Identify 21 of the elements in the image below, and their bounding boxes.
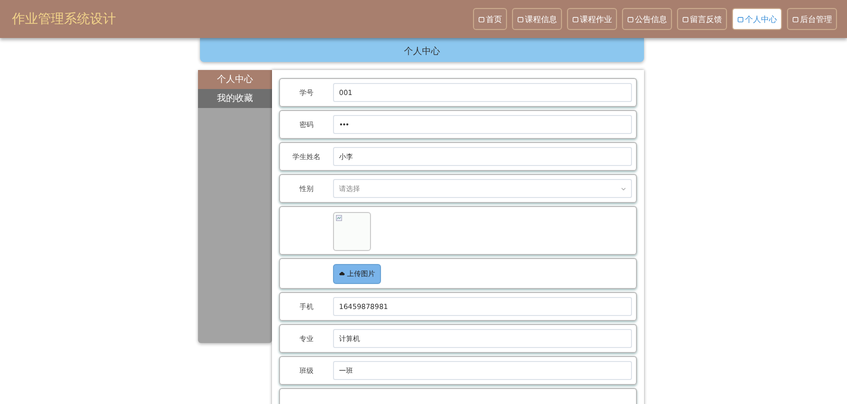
site-title: 作业管理系统设计	[12, 11, 116, 28]
sidebar-item[interactable]: 个人中心	[198, 70, 272, 89]
nav-button[interactable]: 课程作业	[567, 8, 617, 30]
nav-button[interactable]: 首页	[473, 8, 507, 30]
sidebar-item[interactable]: 我的收藏	[198, 89, 272, 108]
broken-image-icon	[336, 215, 342, 221]
caret-icon	[621, 186, 626, 190]
nav-icon	[517, 16, 524, 22]
nav-icon	[792, 16, 799, 22]
nav-button[interactable]: 留言反馈	[677, 8, 727, 30]
nav-button[interactable]: 公告信息	[622, 8, 672, 30]
nav-button[interactable]: 课程信息	[512, 8, 562, 30]
nav-icon	[682, 16, 689, 22]
banner-title: 个人中心	[404, 46, 440, 58]
nav-icon	[572, 16, 579, 22]
nav-icon	[478, 16, 485, 22]
cloud-upload-icon	[339, 271, 345, 276]
nav-button[interactable]: 个人中心	[732, 8, 782, 30]
nav-icon	[627, 16, 634, 22]
nav-icon	[737, 16, 744, 22]
nav-button[interactable]: 后台管理	[787, 8, 837, 30]
